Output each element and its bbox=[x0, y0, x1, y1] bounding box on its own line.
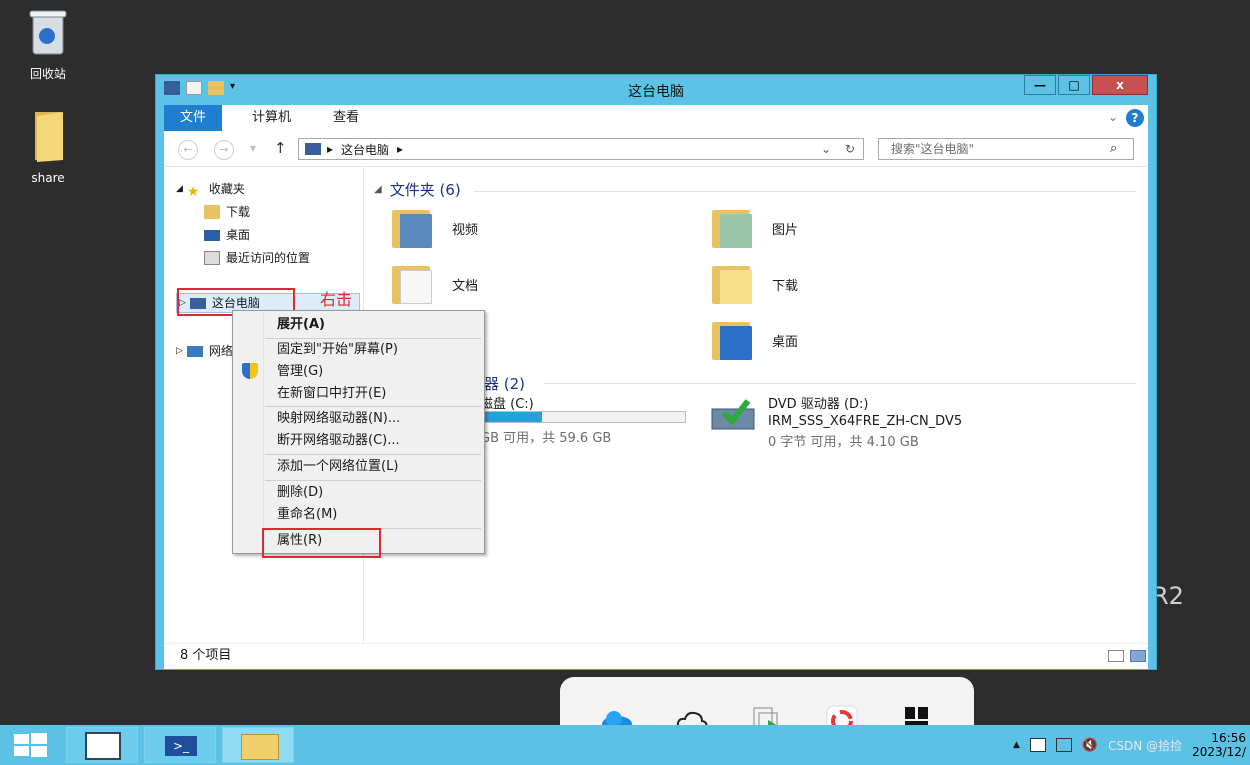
clock-date: 2023/12/ bbox=[1192, 745, 1246, 759]
up-button[interactable]: ↑ bbox=[274, 139, 287, 157]
desktop-icon bbox=[204, 229, 220, 241]
menu-item-pin-to-start[interactable]: 固定到"开始"屏幕(P) bbox=[277, 340, 398, 360]
minimize-button[interactable]: — bbox=[1024, 75, 1056, 95]
start-button[interactable] bbox=[12, 731, 52, 759]
context-menu: 展开(A) 固定到"开始"屏幕(P) 管理(G) 在新窗口中打开(E) 映射网络… bbox=[232, 310, 485, 554]
menu-item-add-network-location[interactable]: 添加一个网络位置(L) bbox=[277, 457, 398, 477]
powershell-icon: >_ bbox=[165, 736, 197, 756]
help-icon[interactable]: ? bbox=[1126, 109, 1144, 127]
sidebar-item-recent[interactable]: 最近访问的位置 bbox=[204, 248, 310, 268]
drive-d-label: IRM_SSS_X64FRE_ZH-CN_DV5 bbox=[768, 414, 963, 429]
drive-c[interactable]: 磁盘 (C:) GB 可用，共 59.6 GB bbox=[480, 393, 700, 449]
folder-icon bbox=[35, 112, 63, 162]
watermark-text: CSDN @拾捡 bbox=[1108, 738, 1183, 753]
maximize-button[interactable]: □ bbox=[1058, 75, 1090, 95]
details-view-icon[interactable] bbox=[1108, 650, 1124, 662]
menu-item-map-network-drive[interactable]: 映射网络驱动器(N)... bbox=[277, 409, 400, 429]
menu-item-rename[interactable]: 重命名(M) bbox=[277, 505, 337, 525]
desktop-icon-share[interactable]: share bbox=[8, 108, 88, 185]
menu-item-delete[interactable]: 删除(D) bbox=[277, 483, 323, 503]
annotation-box-properties bbox=[262, 528, 381, 558]
menu-item-manage[interactable]: 管理(G) bbox=[277, 362, 323, 382]
recent-locations-icon[interactable]: ▾ bbox=[250, 141, 256, 155]
file-explorer-icon bbox=[241, 734, 279, 760]
computer-icon bbox=[305, 143, 321, 155]
tab-file[interactable]: 文件 bbox=[164, 105, 223, 131]
forward-button[interactable]: → bbox=[214, 140, 234, 160]
action-center-icon[interactable] bbox=[1029, 738, 1046, 752]
sidebar-item-downloads[interactable]: 下载 bbox=[204, 202, 250, 222]
address-text: 这台电脑 bbox=[341, 142, 390, 157]
refresh-icon[interactable]: ↻ bbox=[845, 142, 855, 156]
windows-logo-icon bbox=[14, 733, 47, 757]
large-icons-view-icon[interactable] bbox=[1130, 650, 1146, 662]
star-icon: ★ bbox=[186, 184, 200, 200]
system-tray: ▲ 🔇 CSDN @拾捡 16:56 2023/12/ bbox=[1013, 725, 1246, 765]
menu-item-disconnect-network-drive[interactable]: 断开网络驱动器(C)... bbox=[277, 431, 400, 451]
drive-d-name: DVD 驱动器 (D:) bbox=[768, 397, 869, 412]
drive-c-name: 磁盘 (C:) bbox=[480, 397, 534, 412]
drive-c-usage-bar bbox=[480, 411, 686, 423]
drive-d-free: 0 字节 可用，共 4.10 GB bbox=[768, 435, 919, 450]
clock-time: 16:56 bbox=[1211, 731, 1246, 745]
chevron-down-icon[interactable]: ⌄ bbox=[1108, 110, 1118, 124]
sidebar-item-favorites[interactable]: ◢ ★ 收藏夹 bbox=[176, 179, 245, 200]
downloads-folder-icon bbox=[204, 205, 220, 219]
recent-places-icon bbox=[204, 251, 220, 265]
taskbar: >_ ▲ 🔇 CSDN @拾捡 16:56 2023/12/ bbox=[0, 725, 1250, 765]
menu-item-expand[interactable]: 展开(A) bbox=[277, 315, 325, 335]
folders-group-header[interactable]: ◢ 文件夹 (6) bbox=[374, 179, 461, 200]
address-bar[interactable]: ▸ 这台电脑 ▸ ⌄ ↻ bbox=[298, 138, 864, 160]
server-manager-icon bbox=[85, 732, 121, 760]
drive-c-free: GB 可用，共 59.6 GB bbox=[480, 431, 612, 446]
dvd-drive-icon bbox=[711, 399, 755, 430]
videos-folder-icon bbox=[390, 206, 434, 250]
taskbar-powershell[interactable]: >_ bbox=[144, 727, 216, 763]
folder-videos[interactable]: 视频 bbox=[390, 203, 478, 253]
drive-c-usage-fill bbox=[481, 412, 543, 422]
search-input[interactable]: 搜索"这台电脑" bbox=[878, 138, 1134, 160]
tab-view[interactable]: 查看 bbox=[317, 105, 375, 131]
network-tray-icon[interactable] bbox=[1055, 738, 1072, 752]
item-count: 8 个项目 bbox=[180, 648, 232, 663]
sidebar-item-desktop[interactable]: 桌面 bbox=[204, 225, 250, 245]
network-icon bbox=[186, 345, 203, 357]
desktop-folder-icon bbox=[710, 318, 754, 362]
devices-group-header[interactable]: 器 (2) bbox=[484, 373, 525, 394]
taskbar-file-explorer[interactable] bbox=[222, 727, 294, 763]
ribbon: 文件 计算机 查看 ⌄ ? bbox=[164, 105, 1148, 131]
folder-downloads[interactable]: 下载 bbox=[710, 259, 798, 309]
search-icon[interactable]: ⌕ bbox=[1110, 141, 1117, 156]
shield-icon bbox=[242, 363, 258, 379]
downloads-folder-icon bbox=[710, 262, 754, 306]
folder-desktop[interactable]: 桌面 bbox=[710, 315, 798, 365]
annotation-right-click: 右击 bbox=[320, 290, 353, 309]
recycle-bin-icon bbox=[29, 10, 67, 55]
tab-computer[interactable]: 计算机 bbox=[236, 105, 307, 131]
address-dropdown-icon[interactable]: ⌄ bbox=[821, 142, 831, 156]
desktop-icon-recycle-bin[interactable]: 回收站 bbox=[8, 6, 88, 82]
volume-muted-icon[interactable]: 🔇 bbox=[1082, 738, 1098, 753]
folder-documents[interactable]: 文档 bbox=[390, 259, 478, 309]
documents-folder-icon bbox=[390, 262, 434, 306]
folder-pictures[interactable]: 图片 bbox=[710, 203, 798, 253]
back-button[interactable]: ← bbox=[178, 140, 198, 160]
drive-d[interactable]: DVD 驱动器 (D:) IRM_SSS_X64FRE_ZH-CN_DV5 0 … bbox=[710, 393, 962, 453]
share-label: share bbox=[31, 171, 65, 185]
pictures-folder-icon bbox=[710, 206, 754, 250]
close-button[interactable]: x bbox=[1092, 75, 1148, 95]
window-title: 这台电脑 bbox=[628, 84, 684, 100]
recycle-bin-label: 回收站 bbox=[29, 67, 66, 81]
clock[interactable]: 16:56 2023/12/ bbox=[1192, 731, 1246, 759]
taskbar-server-manager[interactable] bbox=[66, 727, 138, 763]
status-bar: 8 个项目 bbox=[164, 643, 1148, 669]
show-hidden-icons[interactable]: ▲ bbox=[1013, 740, 1020, 750]
navigation-bar: ← → ▾ ↑ ▸ 这台电脑 ▸ ⌄ ↻ 搜索"这台电脑" ⌕ bbox=[164, 131, 1148, 167]
sidebar-item-network[interactable]: ▷ 网络 bbox=[176, 341, 233, 361]
title-bar[interactable]: ▾ 这台电脑 — □ x bbox=[156, 75, 1156, 103]
menu-item-open-new-window[interactable]: 在新窗口中打开(E) bbox=[277, 384, 386, 404]
